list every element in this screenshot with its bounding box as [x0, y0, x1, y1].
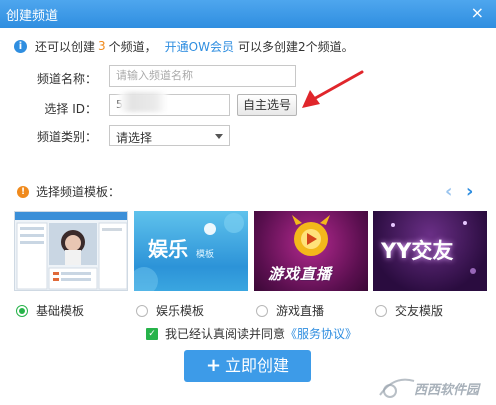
entertainment-thumb-title: 娱乐	[148, 237, 188, 261]
info-icon: i	[14, 39, 27, 53]
category-value: 请选择	[116, 131, 153, 145]
game-thumb-title: 游戏直播	[268, 265, 333, 283]
id-blur-mask	[119, 92, 167, 112]
radio-icon	[256, 304, 268, 317]
channel-quota-notice: i 还可以创建 3 个频道， 开通OW会员 可以多创建2个频道。	[14, 38, 354, 54]
entertainment-thumb-sub: 模板	[196, 250, 215, 260]
notice-prefix: 还可以创建	[35, 39, 96, 54]
template-option-dating[interactable]: 交友模版	[375, 302, 443, 319]
create-now-button[interactable]: + 立即创建	[184, 350, 311, 382]
annotation-arrow-icon	[302, 70, 364, 108]
template-option-label: 交友模版	[395, 304, 444, 318]
service-agreement-link[interactable]: 《服务协议》	[285, 325, 357, 342]
template-option-label: 娱乐模板	[156, 304, 205, 318]
radio-selected-icon	[16, 304, 28, 317]
prev-template-button[interactable]: ‹	[445, 181, 452, 202]
template-thumb-basic[interactable]	[14, 211, 128, 291]
agreement-checkbox[interactable]: ✓	[146, 327, 158, 340]
channel-name-label: 频道名称：	[36, 72, 97, 86]
template-option-basic[interactable]: 基础模板	[16, 302, 84, 319]
chevron-down-icon	[215, 134, 223, 139]
template-thumb-game-live[interactable]: 游戏直播	[254, 211, 368, 291]
template-thumb-entertainment[interactable]: 娱乐 模板	[134, 211, 248, 291]
template-option-label: 基础模板	[36, 304, 85, 318]
close-button[interactable]: ×	[471, 4, 484, 22]
template-thumb-dating[interactable]: YY交友	[373, 211, 487, 291]
radio-icon	[136, 304, 148, 317]
create-button-label: 立即创建	[225, 356, 290, 375]
category-label: 频道类别：	[36, 130, 97, 144]
notice-middle: 个频道，	[108, 39, 157, 54]
dating-thumb-title: YY交友	[381, 239, 454, 263]
title-bar: 创建频道 ×	[0, 0, 496, 28]
window-title: 创建频道	[6, 9, 59, 24]
watermark-text: 西西软件园	[414, 383, 480, 398]
next-template-button[interactable]: ›	[466, 181, 473, 202]
basic-template-preview-icon	[15, 212, 127, 290]
notice-suffix: 可以多创建2个频道。	[237, 39, 354, 54]
watermark-logo: 西西软件园	[374, 371, 494, 403]
template-option-label: 游戏直播	[276, 304, 325, 318]
template-option-game-live[interactable]: 游戏直播	[256, 302, 324, 319]
alert-icon: !	[17, 185, 29, 198]
id-label: 选择 ID：	[44, 102, 97, 116]
channel-name-input[interactable]: 请输入频道名称	[109, 65, 296, 87]
agreement-text: 我已经认真阅读并同意	[165, 327, 286, 341]
self-select-number-button[interactable]: 自主选号	[237, 94, 297, 116]
ow-membership-link[interactable]: 开通OW会员	[165, 38, 234, 55]
template-heading-text: 选择频道模板：	[36, 185, 121, 199]
template-option-entertainment[interactable]: 娱乐模板	[136, 302, 204, 319]
category-select[interactable]: 请选择	[109, 125, 230, 146]
agreement-row: ✓ 我已经认真阅读并同意 《服务协议》	[146, 325, 357, 342]
plus-icon: +	[205, 355, 222, 376]
radio-icon	[375, 304, 387, 317]
notice-count: 3	[98, 39, 106, 53]
template-heading: ! 选择频道模板：	[17, 183, 120, 200]
